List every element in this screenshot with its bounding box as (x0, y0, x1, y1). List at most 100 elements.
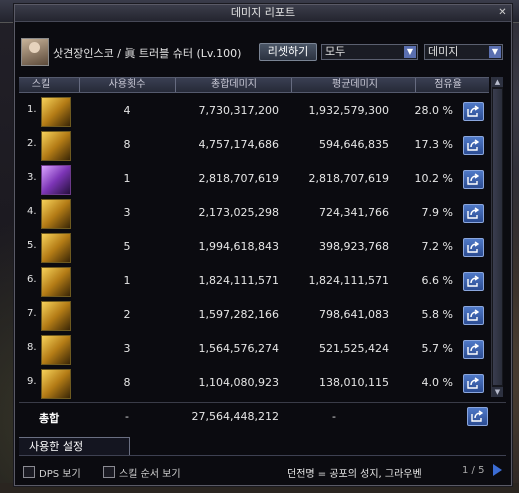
row-rank: 4. (27, 206, 37, 217)
row-use-count: 3 (123, 206, 131, 219)
reset-button[interactable]: 리셋하기 (259, 43, 317, 61)
share-icon (467, 139, 479, 151)
share-button[interactable] (463, 340, 484, 359)
dungeon-name: 던전명 = 공포의 성지, 그라우벤 (287, 469, 422, 480)
row-rank: 3. (27, 172, 37, 183)
row-use-count: 5 (123, 240, 131, 253)
share-icon (467, 275, 479, 287)
column-header-share[interactable]: 점유율 (415, 78, 481, 92)
share-icon (467, 343, 479, 355)
share-icon (467, 309, 479, 321)
filter-select-value: 모두 (325, 45, 346, 58)
chevron-down-icon: ▼ (404, 46, 416, 58)
share-button[interactable] (463, 102, 484, 121)
row-share: 7.2 % (421, 240, 453, 253)
row-share: 5.8 % (421, 308, 453, 321)
skill-icon (41, 97, 71, 127)
total-average-damage: - (332, 410, 336, 423)
scroll-thumb[interactable] (493, 89, 502, 385)
table-row: 8. 3 1,564,576,274 521,525,424 5.7 % (19, 332, 489, 366)
share-total-button[interactable] (467, 407, 488, 426)
row-use-count: 1 (123, 172, 131, 185)
column-header-average[interactable]: 평균데미지 (295, 78, 415, 92)
row-share: 28.0 % (414, 104, 453, 117)
skill-icon (41, 199, 71, 229)
total-damage: 27,564,448,212 (191, 410, 279, 423)
row-total-damage: 4,757,174,686 (198, 138, 279, 151)
skill-icon (41, 165, 71, 195)
row-total-damage: 2,818,707,619 (198, 172, 279, 185)
window-title: 데미지 리포트 (15, 5, 511, 22)
row-use-count: 3 (123, 342, 131, 355)
share-button[interactable] (463, 204, 484, 223)
column-divider (415, 78, 416, 92)
skill-icon (41, 335, 71, 365)
total-label: 총합 (39, 412, 60, 425)
row-average-damage: 724,341,766 (319, 206, 389, 219)
page-indicator: 1 / 5 (462, 465, 485, 476)
report-header: 삿견장인스코 / 眞 트러블 슈터 (Lv.100) 리셋하기 모두 ▼ 데미지… (15, 22, 511, 66)
share-icon (467, 207, 479, 219)
next-page-arrow-icon[interactable] (493, 464, 502, 476)
total-row: 총합 - 27,564,448,212 - (19, 402, 506, 429)
divider (19, 455, 506, 456)
row-total-damage: 1,994,618,843 (198, 240, 279, 253)
table-rows: 1. 4 7,730,317,200 1,932,579,300 28.0 % … (19, 94, 489, 400)
metric-select[interactable]: 데미지 ▼ (424, 44, 503, 60)
row-rank: 8. (27, 342, 37, 353)
row-average-damage: 398,923,768 (319, 240, 389, 253)
skill-icon (41, 369, 71, 399)
avatar (21, 38, 49, 66)
share-button[interactable] (463, 272, 484, 291)
share-button[interactable] (463, 306, 484, 325)
share-button[interactable] (463, 238, 484, 257)
row-average-damage: 521,525,424 (319, 342, 389, 355)
tab-used-settings[interactable]: 사용한 설정 (19, 437, 130, 456)
table-row: 3. 1 2,818,707,619 2,818,707,619 10.2 % (19, 162, 489, 196)
row-average-damage: 798,641,083 (319, 308, 389, 321)
report-footer: DPS 보기 스킬 순서 보기 던전명 = 공포의 성지, 그라우벤 1 / 5 (15, 460, 511, 482)
row-use-count: 8 (123, 376, 131, 389)
close-button[interactable]: ✕ (497, 7, 508, 18)
scroll-up-arrow-icon[interactable]: ▲ (492, 77, 503, 87)
row-average-damage: 1,932,579,300 (308, 104, 389, 117)
row-share: 17.3 % (414, 138, 453, 151)
share-icon (467, 241, 479, 253)
column-header-count[interactable]: 사용횟수 (87, 78, 167, 92)
scroll-down-arrow-icon[interactable]: ▼ (492, 387, 503, 397)
row-use-count: 1 (123, 274, 131, 287)
share-button[interactable] (463, 170, 484, 189)
skill-order-label: 스킬 순서 보기 (119, 469, 181, 480)
row-use-count: 2 (123, 308, 131, 321)
row-total-damage: 1,104,080,923 (198, 376, 279, 389)
table-scrollbar[interactable]: ▲ ▼ (491, 77, 503, 397)
row-total-damage: 1,824,111,571 (198, 274, 279, 287)
share-icon (471, 410, 483, 422)
metric-select-value: 데미지 (428, 45, 459, 58)
column-header-skill[interactable]: 스킬 (19, 78, 63, 92)
damage-report-window: 데미지 리포트 ✕ 삿견장인스코 / 眞 트러블 슈터 (Lv.100) 리셋하… (14, 4, 512, 486)
share-button[interactable] (463, 136, 484, 155)
row-share: 7.9 % (421, 206, 453, 219)
table-row: 1. 4 7,730,317,200 1,932,579,300 28.0 % (19, 94, 489, 128)
share-icon (467, 105, 479, 117)
row-use-count: 4 (123, 104, 131, 117)
dps-view-checkbox[interactable] (23, 466, 35, 478)
row-total-damage: 1,564,576,274 (198, 342, 279, 355)
row-rank: 9. (27, 376, 37, 387)
chevron-down-icon: ▼ (489, 46, 501, 58)
column-header-total[interactable]: 총합데미지 (179, 78, 289, 92)
skill-order-checkbox[interactable] (103, 466, 115, 478)
row-average-damage: 1,824,111,571 (308, 274, 389, 287)
row-share: 5.7 % (421, 342, 453, 355)
filter-select[interactable]: 모두 ▼ (321, 44, 418, 60)
skill-damage-table: 스킬 사용횟수 총합데미지 평균데미지 점유율 1. 4 7,730,317,2… (19, 77, 506, 433)
share-button[interactable] (463, 374, 484, 393)
table-row: 6. 1 1,824,111,571 1,824,111,571 6.6 % (19, 264, 489, 298)
row-share: 4.0 % (421, 376, 453, 389)
column-divider (175, 78, 176, 92)
column-divider (291, 78, 292, 92)
row-rank: 5. (27, 240, 37, 251)
row-average-damage: 594,646,835 (319, 138, 389, 151)
row-average-damage: 2,818,707,619 (308, 172, 389, 185)
